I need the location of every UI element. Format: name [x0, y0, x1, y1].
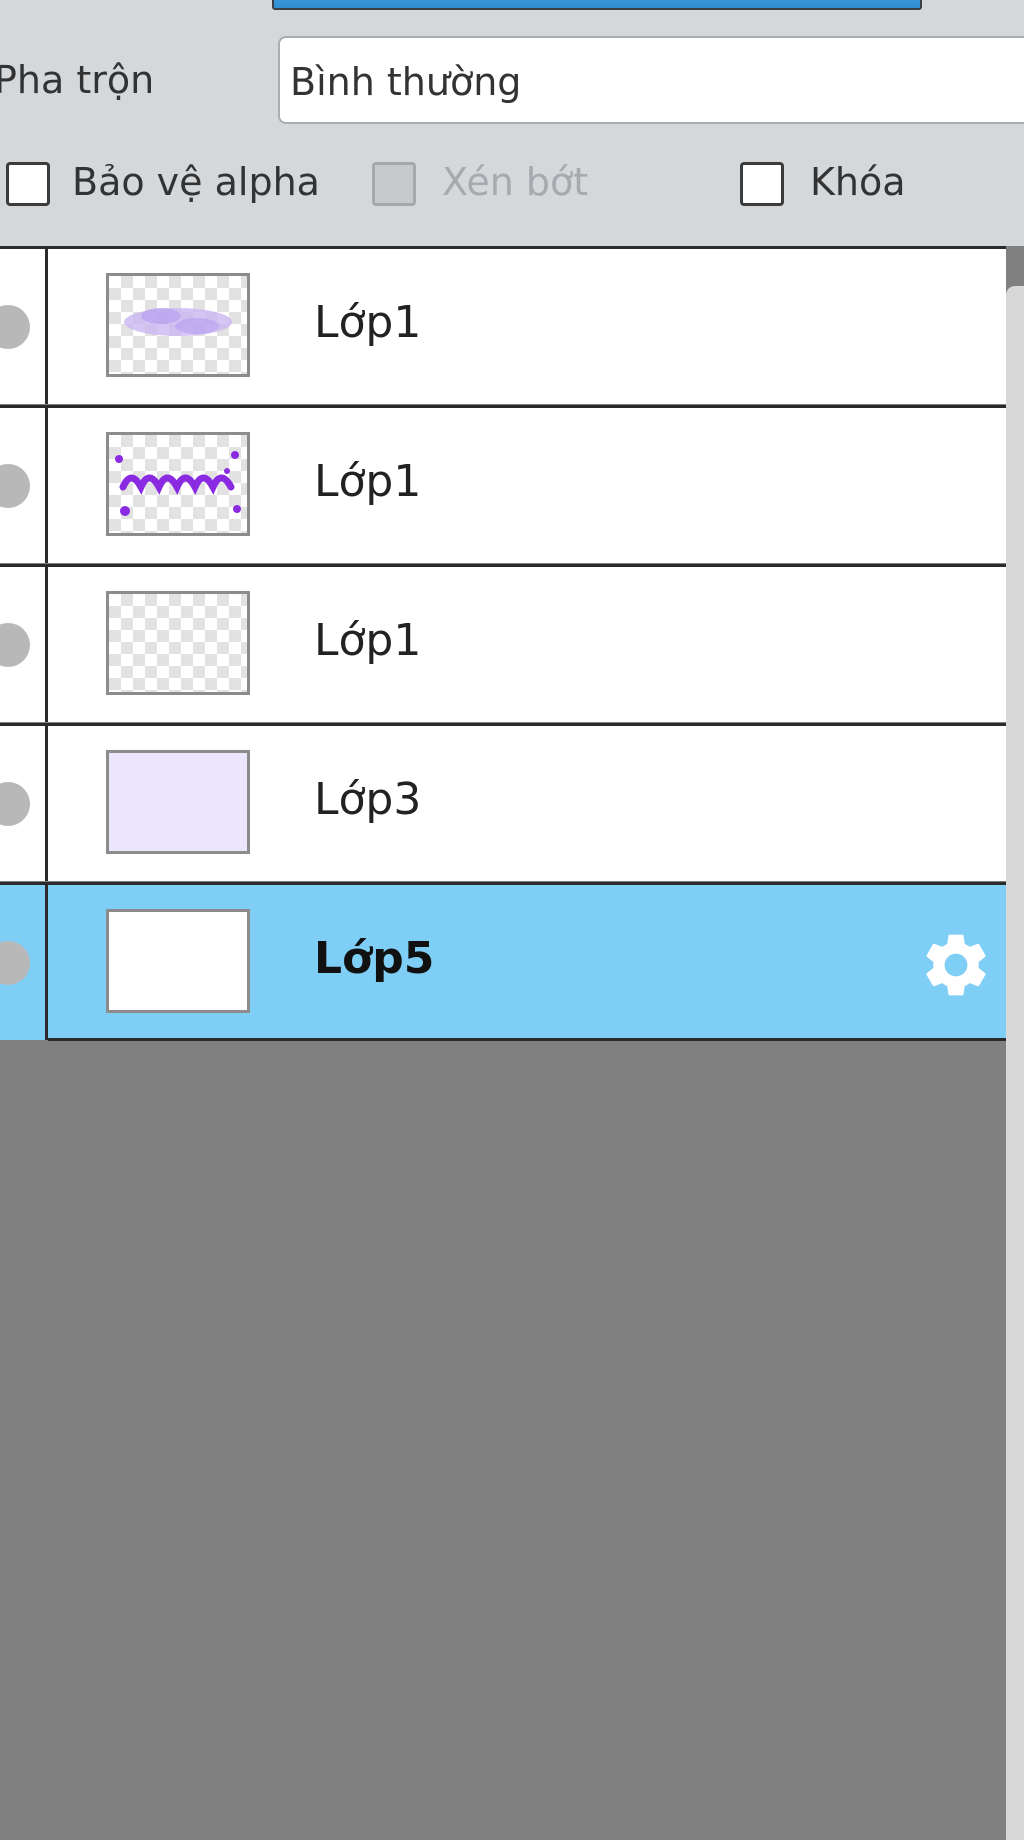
blend-mode-select[interactable]: Bình thường — [278, 36, 1024, 124]
visibility-dot-icon — [0, 304, 30, 349]
visibility-toggle[interactable] — [0, 567, 48, 722]
layer-thumbnail — [106, 273, 250, 377]
clipping-option: Xén bớt — [370, 160, 610, 218]
layer-thumbnail — [106, 591, 250, 695]
blend-mode-label: Pha trộn — [0, 58, 155, 102]
visibility-dot-icon — [0, 781, 30, 826]
clipping-label: Xén bớt — [442, 160, 589, 204]
layer-row[interactable]: Lớp1 — [0, 564, 1006, 722]
visibility-dot-icon — [0, 940, 30, 985]
layer-thumbnail — [106, 909, 250, 1013]
layer-row[interactable]: Lớp3 — [0, 723, 1006, 881]
layer-row[interactable]: Lớp1 — [0, 405, 1006, 563]
layer-thumbnail — [106, 432, 250, 536]
layer-list: Lớp1 Lớp1 Lớp1 Lớp3 Lớp5 — [0, 246, 1006, 1040]
purple-text-faint-icon — [124, 308, 232, 336]
layer-properties-panel: Pha trộn Bình thường Bảo vệ alpha Xén bớ… — [0, 0, 1024, 246]
visibility-toggle[interactable] — [0, 408, 48, 563]
list-divider — [48, 1038, 1006, 1041]
clipping-checkbox — [372, 162, 416, 206]
purple-text-icon — [115, 451, 241, 516]
protect-alpha-checkbox[interactable] — [6, 162, 50, 206]
layer-row-selected[interactable]: Lớp5 — [0, 882, 1006, 1040]
protect-alpha-option[interactable]: Bảo vệ alpha — [0, 160, 340, 218]
visibility-toggle[interactable] — [0, 249, 48, 404]
layer-name: Lớp1 — [314, 456, 422, 507]
layer-name: Lớp1 — [314, 297, 422, 348]
layer-thumbnail — [106, 750, 250, 854]
visibility-dot-icon — [0, 622, 30, 667]
layer-name: Lớp5 — [314, 933, 435, 984]
scrollbar-track[interactable] — [1006, 286, 1024, 1840]
opacity-slider[interactable] — [272, 0, 922, 10]
lock-label: Khóa — [810, 160, 906, 204]
layer-row[interactable]: Lớp1 — [0, 246, 1006, 404]
layer-name: Lớp1 — [314, 615, 422, 666]
blend-mode-value: Bình thường — [290, 60, 522, 104]
lock-option[interactable]: Khóa — [738, 160, 938, 218]
layer-name: Lớp3 — [314, 774, 422, 825]
visibility-toggle[interactable] — [0, 726, 48, 881]
protect-alpha-label: Bảo vệ alpha — [72, 160, 320, 204]
gear-icon[interactable] — [918, 927, 994, 1003]
visibility-dot-icon — [0, 463, 30, 508]
lock-checkbox[interactable] — [740, 162, 784, 206]
visibility-toggle[interactable] — [0, 885, 48, 1040]
